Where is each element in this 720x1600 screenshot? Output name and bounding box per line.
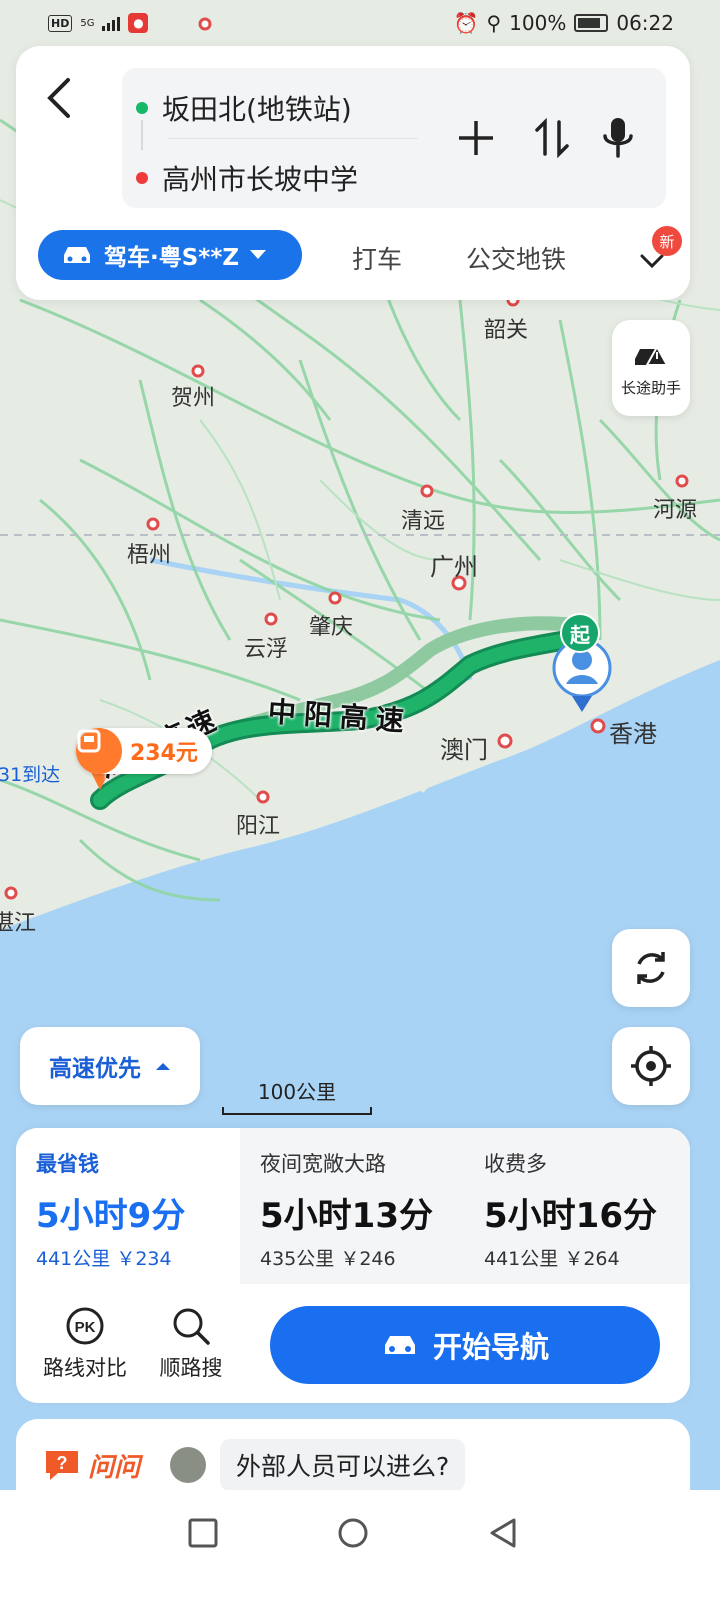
search-icon	[171, 1306, 211, 1346]
locate-me-button[interactable]	[612, 1027, 690, 1105]
qa-title: 问问	[88, 1453, 141, 1483]
city-label-hongkong: 香港	[609, 720, 657, 748]
origin-field[interactable]: 坂田北(地铁站)	[136, 88, 352, 128]
search-along-label: 顺路搜	[159, 1356, 223, 1380]
add-stop-button[interactable]	[450, 112, 502, 164]
search-along-button[interactable]: 顺路搜	[136, 1306, 246, 1382]
origin-dot	[136, 102, 148, 114]
qa-icon: ?	[46, 1451, 78, 1480]
route-options-card: 最省钱 5小时9分 441公里 ￥234 夜间宽敞大路 5小时13分 435公里…	[16, 1128, 690, 1403]
battery-icon	[574, 14, 609, 32]
tab-transit[interactable]: 公交地铁	[466, 240, 566, 276]
city-label-macau: 澳门	[440, 736, 488, 764]
city-label-yunfu: 云浮	[244, 637, 289, 662]
route-preference-label: 高速优先	[49, 1056, 141, 1082]
chevron-up-icon	[156, 1063, 170, 1070]
recording-mic-icon: ●	[128, 13, 149, 33]
avatar	[170, 1447, 206, 1483]
back-arrow-icon	[47, 78, 70, 118]
route-option-time: 5小时16分	[484, 1196, 657, 1236]
network-type: 5G	[80, 17, 95, 29]
route-option-time: 5小时9分	[36, 1196, 186, 1236]
alarm-icon: ⏰	[453, 11, 479, 35]
start-marker[interactable]: 起	[560, 613, 600, 653]
location-icon: ⚲	[486, 11, 502, 35]
mic-icon	[603, 118, 633, 158]
back-button[interactable]	[44, 76, 84, 124]
signal-icon	[102, 15, 121, 31]
route-option-label: 收费多	[484, 1152, 547, 1176]
route-option-2[interactable]: 夜间宽敞大路 5小时13分 435公里 ￥246	[240, 1128, 464, 1284]
route-option-time: 5小时13分	[260, 1196, 433, 1236]
long-trip-helper-label: 长途助手	[620, 378, 681, 397]
svg-text:PK: PK	[75, 1319, 96, 1336]
chevron-down-icon	[250, 250, 267, 259]
city-label-heyuan: 河源	[653, 498, 698, 523]
scale-bar	[222, 1107, 372, 1115]
destination-text: 高州市长坡中学	[162, 163, 359, 196]
route-input-card: 坂田北(地铁站) 高州市长坡中学 驾车·粤S**Z 打车 公交地铁 新	[16, 46, 690, 300]
toll-amount: 234元	[130, 741, 198, 766]
start-navigation-button[interactable]: 开始导航	[270, 1306, 660, 1384]
back-nav-icon[interactable]	[486, 1516, 520, 1550]
route-box: 坂田北(地铁站) 高州市长坡中学	[122, 68, 666, 208]
city-label-guangzhou: 广州	[430, 553, 478, 581]
city-label-hezhou: 贺州	[171, 386, 216, 411]
new-badge: 新	[652, 226, 682, 256]
destination-dot	[136, 172, 148, 184]
city-label-yangjiang: 阳江	[236, 814, 281, 839]
long-trip-helper-button[interactable]: 长途助手	[612, 320, 690, 416]
city-label-shaoguan: 韶关	[484, 318, 529, 343]
city-label-wuzhou: 梧州	[127, 543, 172, 568]
route-option-label: 最省钱	[36, 1152, 99, 1176]
route-option-meta: 435公里 ￥246	[260, 1248, 396, 1270]
drive-mode-tab[interactable]: 驾车·粤S**Z	[38, 230, 302, 280]
swap-icon	[535, 118, 569, 158]
route-divider	[168, 138, 418, 139]
refresh-route-button[interactable]	[612, 929, 690, 1007]
toll-bubble[interactable]: 234元	[76, 728, 212, 774]
route-option-meta: 441公里 ￥234	[36, 1248, 172, 1270]
city-label-qingyuan: 清远	[401, 509, 446, 534]
svg-text:?: ?	[57, 1453, 68, 1473]
qa-question[interactable]: 外部人员可以进么?	[220, 1439, 466, 1491]
battery-percent: 100%	[509, 11, 567, 35]
start-navigation-label: 开始导航	[432, 1330, 549, 1364]
route-option-1[interactable]: 最省钱 5小时9分 441公里 ￥234	[16, 1128, 240, 1284]
locate-icon	[631, 1046, 671, 1086]
destination-field[interactable]: 高州市长坡中学	[136, 158, 358, 198]
route-option-meta: 441公里 ￥264	[484, 1248, 620, 1270]
refresh-icon	[637, 952, 665, 984]
long-trip-icon	[635, 344, 669, 366]
city-label-zhaoqing: 肇庆	[309, 615, 354, 640]
route-option-label: 夜间宽敞大路	[260, 1152, 386, 1176]
pk-icon: PK	[65, 1306, 105, 1346]
plus-icon	[459, 121, 493, 155]
system-nav-bar	[0, 1490, 720, 1600]
circle-nav-icon[interactable]	[336, 1516, 370, 1550]
voice-input-button[interactable]	[592, 112, 644, 164]
drive-mode-label: 驾车·粤S**Z	[104, 245, 240, 271]
route-connector	[141, 120, 143, 150]
status-bar: HD 5G ● ⏰ ⚲ 100% 06:22	[0, 0, 720, 46]
origin-text: 坂田北(地铁站)	[162, 93, 352, 126]
scale-label: 100公里	[257, 1080, 337, 1104]
route-option-3[interactable]: 收费多 5小时16分 441公里 ￥264	[464, 1128, 690, 1284]
swap-button[interactable]	[526, 112, 578, 164]
car-icon	[64, 247, 90, 263]
arrival-label: 31到达	[0, 764, 61, 786]
hd-indicator: HD	[48, 14, 73, 32]
toll-icon	[76, 728, 122, 774]
clock: 06:22	[616, 11, 674, 35]
car-icon	[384, 1336, 415, 1354]
city-label-zhanjiang: 湛江	[0, 911, 37, 936]
square-nav-icon[interactable]	[186, 1516, 220, 1550]
route-compare-label: 路线对比	[43, 1356, 127, 1380]
tab-taxi[interactable]: 打车	[352, 240, 402, 276]
route-preference-button[interactable]: 高速优先	[20, 1027, 200, 1105]
map-scale: 100公里	[222, 1076, 372, 1115]
route-compare-button[interactable]: PK 路线对比	[30, 1306, 140, 1382]
